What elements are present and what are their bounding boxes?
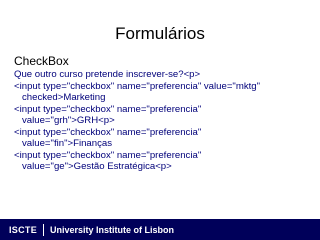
slide-content: CheckBox Que outro curso pretende inscre… bbox=[14, 54, 314, 173]
code-line: value="ge">Gestão Estratégica<p> bbox=[14, 161, 172, 172]
institution-logo: ISCTE bbox=[9, 224, 38, 235]
code-line: <input type="checkbox" name="preferencia… bbox=[14, 126, 202, 138]
code-line: <input type="checkbox" name="preferencia… bbox=[14, 80, 261, 92]
code-line: <input type="checkbox" name="preferencia… bbox=[14, 103, 202, 115]
institution-name: University Institute of Lisbon bbox=[50, 224, 175, 235]
slide-subtitle: CheckBox bbox=[14, 54, 69, 68]
code-block: Que outro curso pretende inscrever-se?<p… bbox=[14, 69, 314, 173]
code-line: value="fin">Finanças bbox=[14, 138, 113, 149]
footer-bar: ISCTE University Institute of Lisbon bbox=[0, 219, 320, 240]
slide: Formulários CheckBox Que outro curso pre… bbox=[0, 0, 320, 240]
code-line: checked>Marketing bbox=[14, 92, 106, 103]
code-line: Que outro curso pretende inscrever-se?<p… bbox=[14, 69, 201, 80]
code-line: <input type="checkbox" name="preferencia… bbox=[14, 149, 202, 161]
footer-divider bbox=[43, 223, 45, 236]
code-line: value="grh">GRH<p> bbox=[14, 115, 115, 126]
slide-title: Formulários bbox=[115, 24, 205, 43]
